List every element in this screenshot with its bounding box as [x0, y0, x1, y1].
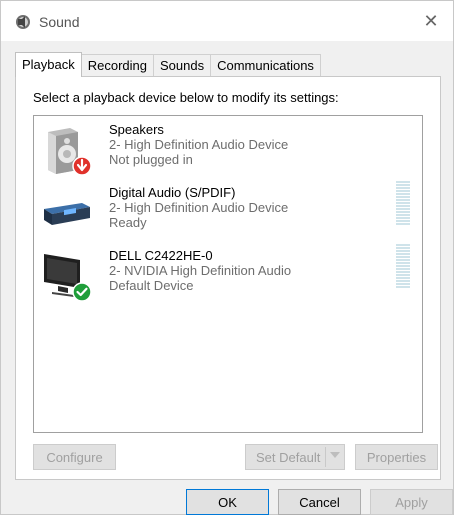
device-description: 2- High Definition Audio Device: [109, 137, 289, 152]
volume-meter: [396, 244, 410, 289]
cancel-button[interactable]: Cancel: [278, 489, 361, 515]
title-bar: Sound ✕: [1, 1, 453, 41]
device-speakers[interactable]: Speakers 2- High Definition Audio Device…: [34, 118, 422, 178]
device-description: 2- High Definition Audio Device: [109, 200, 289, 215]
set-default-label: Set Default: [256, 449, 321, 465]
chevron-down-icon: [330, 452, 340, 458]
device-digital-audio[interactable]: Digital Audio (S/PDIF) 2- High Definitio…: [34, 181, 422, 241]
device-status: Not plugged in: [109, 152, 193, 167]
configure-button[interactable]: Configure: [33, 444, 116, 470]
device-name: DELL C2422HE-0: [109, 248, 213, 263]
device-name: Speakers: [109, 122, 164, 137]
device-description: 2- NVIDIA High Definition Audio: [109, 263, 292, 278]
playback-panel: Select a playback device below to modify…: [15, 76, 441, 480]
tab-sounds[interactable]: Sounds: [153, 54, 212, 76]
digital-audio-receiver-icon: [44, 203, 90, 225]
device-name: Digital Audio (S/PDIF): [109, 185, 236, 200]
default-check-badge-icon: [72, 282, 92, 302]
unplugged-badge-icon: [72, 156, 92, 176]
device-list[interactable]: Speakers 2- High Definition Audio Device…: [33, 115, 423, 433]
device-status: Ready: [109, 215, 147, 230]
tab-recording[interactable]: Recording: [80, 54, 155, 76]
device-dell-monitor[interactable]: DELL C2422HE-0 2- NVIDIA High Definition…: [34, 244, 422, 304]
ok-button[interactable]: OK: [186, 489, 269, 515]
tab-communications[interactable]: Communications: [210, 54, 321, 76]
properties-button[interactable]: Properties: [355, 444, 438, 470]
apply-button[interactable]: Apply: [370, 489, 453, 515]
window-title: Sound: [39, 14, 80, 30]
device-status: Default Device: [109, 278, 194, 293]
sound-dialog: Sound ✕ Playback Recording Sounds Commun…: [0, 0, 454, 515]
tab-bar: Playback Recording Sounds Communications: [15, 52, 321, 77]
volume-meter: [396, 181, 410, 226]
close-button[interactable]: ✕: [409, 1, 453, 41]
tab-playback[interactable]: Playback: [15, 52, 82, 77]
sound-app-icon: [16, 15, 30, 29]
instruction-text: Select a playback device below to modify…: [33, 90, 339, 105]
set-default-button[interactable]: Set Default: [245, 444, 345, 470]
split-divider: [325, 447, 326, 467]
